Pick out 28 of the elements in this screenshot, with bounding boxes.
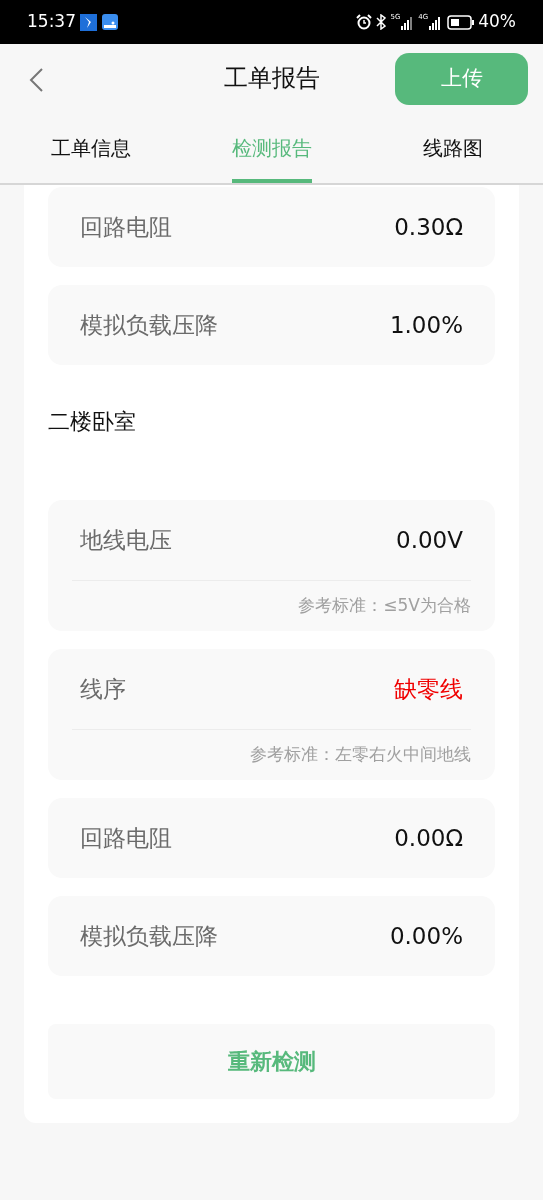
measurement-value: 1.00% [389,310,463,340]
measurement-label: 地线电压 [80,525,172,555]
back-icon[interactable] [29,68,44,92]
app-icon [80,13,97,31]
reference-note: 参考标准：≤5V为合格 [298,594,471,618]
upload-button[interactable]: 上传 [395,53,528,105]
measurement-label: 线序 [80,674,126,704]
battery-percent: 40% [478,10,516,34]
measurement-value: 0.30Ω [394,212,463,242]
measurement-value: 缺零线 [394,674,463,704]
measurement-label: 回路电阻 [80,823,172,853]
battery-icon [447,14,476,30]
measurement-label: 模拟负载压降 [80,310,218,340]
section-title: 二楼卧室 [48,408,136,436]
alarm-icon [356,14,373,30]
status-time: 15:37 [27,10,76,34]
bluetooth-icon [376,14,387,30]
measurement-label: 回路电阻 [80,212,172,242]
page-title: 工单报告 [223,63,320,94]
measurement-label: 模拟负载压降 [80,921,218,951]
measurement-value: 0.00% [389,921,463,951]
measurement-value: 0.00Ω [394,823,463,853]
app-icon [102,14,118,30]
retest-button[interactable]: 重新检测 [48,1024,495,1099]
reference-note: 参考标准：左零右火中间地线 [250,743,471,767]
tab[interactable]: 线路图 [422,112,483,183]
tab[interactable]: 工单信息 [50,112,131,183]
measurement-value: 0.00V [396,525,463,555]
